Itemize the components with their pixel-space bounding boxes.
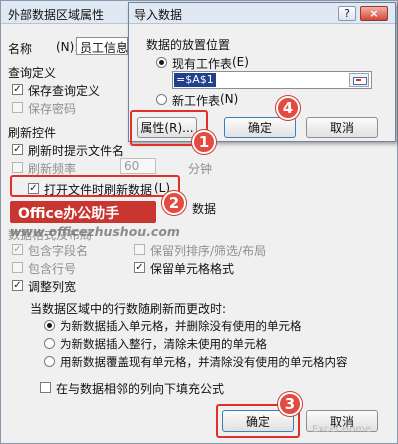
- save-query-def-label: 保存查询定义: [28, 84, 101, 98]
- close-button[interactable]: ×: [360, 6, 388, 21]
- save-password-checkbox[interactable]: [12, 102, 23, 113]
- overwrite-radio[interactable]: [44, 356, 55, 367]
- include-row-numbers-checkbox[interactable]: [12, 262, 23, 273]
- refresh-prompt-checkbox[interactable]: ✓: [12, 144, 23, 155]
- help-icon: ?: [344, 7, 350, 20]
- range-select-icon[interactable]: [349, 73, 369, 87]
- include-row-numbers-label: 包含行号: [28, 262, 77, 276]
- minutes-label: 分钟: [188, 162, 213, 176]
- brand-banner-text: Office办公助手: [18, 206, 120, 222]
- step-badge-3: 3: [278, 392, 302, 416]
- adjust-column-width-checkbox[interactable]: ✓: [12, 280, 23, 291]
- import-dialog-title: 导入数据: [134, 8, 183, 22]
- insert-cells-radio[interactable]: [44, 320, 55, 331]
- step-badge-1: 1: [192, 130, 216, 154]
- name-input[interactable]: 员工信息: [76, 37, 128, 55]
- import-cancel-label: 取消: [329, 121, 354, 135]
- corner-watermark: Excel Home: [312, 424, 372, 435]
- import-cancel-button[interactable]: 取消: [306, 117, 378, 138]
- help-button[interactable]: ?: [338, 6, 356, 21]
- import-ok-button[interactable]: 确定: [224, 117, 296, 138]
- refresh-freq-checkbox[interactable]: [12, 162, 23, 173]
- adjust-column-width-label: 调整列宽: [28, 280, 77, 294]
- include-field-names-label: 包含字段名: [28, 244, 89, 258]
- new-sheet-label: 新工作表: [172, 94, 221, 108]
- preserve-cell-format-checkbox[interactable]: ✓: [134, 262, 145, 273]
- row-change-label: 当数据区域中的行数随刷新而更改时:: [30, 302, 227, 316]
- insert-rows-radio[interactable]: [44, 338, 55, 349]
- cell-ref-value: =$A$1: [174, 73, 216, 87]
- cell-ref-input[interactable]: =$A$1: [172, 71, 372, 89]
- insert-rows-label: 为新数据插入整行，清除未使用的单元格: [60, 337, 267, 351]
- new-sheet-key: (N): [220, 92, 239, 106]
- refresh-prompt-label: 刷新时提示文件名: [28, 144, 125, 158]
- query-def-group-label: 查询定义: [8, 66, 57, 80]
- preserve-cell-format-label: 保留单元格格式: [150, 262, 235, 276]
- properties-dialog-title: 外部数据区域属性: [8, 8, 105, 22]
- refresh-control-group-label: 刷新控件: [8, 126, 57, 140]
- new-sheet-radio[interactable]: [156, 94, 167, 105]
- include-field-names-checkbox[interactable]: ✓: [12, 244, 23, 255]
- name-label: 名称: [8, 42, 33, 56]
- existing-sheet-label: 现有工作表: [172, 57, 233, 71]
- step-badge-2: 2: [162, 191, 186, 215]
- overwrite-label: 用新数据覆盖现有单元格，并清除没有使用的单元格内容: [60, 355, 348, 369]
- brand-url: www.officezhushou.com: [10, 224, 180, 239]
- refresh-freq-value: 60: [124, 159, 140, 173]
- refresh-freq-input[interactable]: 60: [120, 158, 156, 174]
- existing-sheet-key: (E): [232, 55, 249, 69]
- placement-label: 数据的放置位置: [146, 38, 231, 52]
- step-badge-4: 4: [276, 96, 300, 120]
- save-password-label: 保存密码: [28, 102, 77, 116]
- fill-formulas-checkbox[interactable]: [40, 382, 51, 393]
- remove-data-tail: 数据: [192, 202, 217, 216]
- close-icon: ×: [369, 7, 379, 20]
- import-ok-label: 确定: [247, 121, 272, 135]
- save-query-def-checkbox[interactable]: ✓: [12, 84, 23, 95]
- fill-formulas-label: 在与数据相邻的列向下填充公式: [56, 382, 225, 396]
- existing-sheet-radio[interactable]: [156, 57, 167, 68]
- preserve-sort-checkbox[interactable]: [134, 244, 145, 255]
- preserve-sort-label: 保留列排序/筛选/布局: [150, 244, 267, 258]
- open-refresh-highlight: [10, 175, 180, 197]
- name-input-value: 员工信息: [80, 41, 129, 55]
- insert-cells-label: 为新数据插入单元格，并删除没有使用的单元格: [60, 319, 302, 333]
